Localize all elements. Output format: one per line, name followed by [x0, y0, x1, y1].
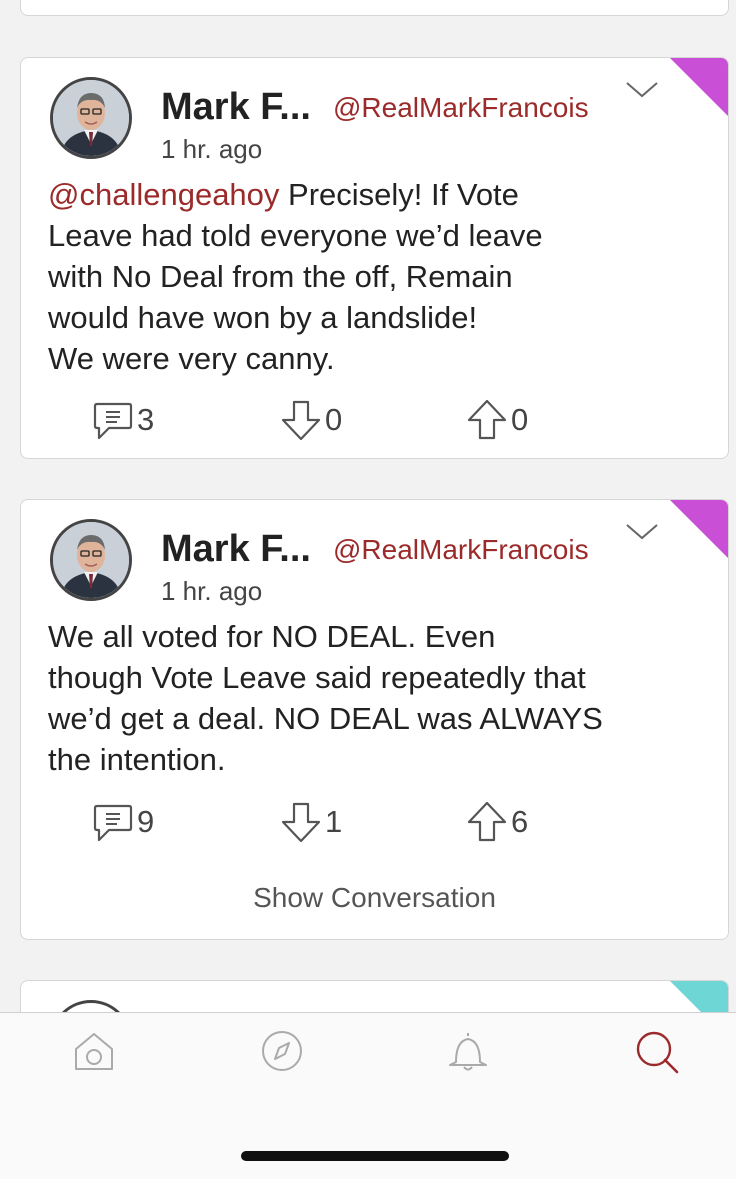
post-text-line: the intention.	[48, 742, 226, 777]
reply-count: 3	[137, 402, 155, 437]
post-text-line: with No Deal from the off, Remain	[48, 259, 513, 294]
downvote-button[interactable]: 1	[279, 800, 342, 844]
home-indicator	[241, 1151, 509, 1161]
comment-icon	[93, 804, 133, 842]
post-text: We all voted for NO DEAL. Even though Vo…	[48, 616, 718, 780]
compass-icon	[262, 1031, 302, 1071]
tab-explore[interactable]	[260, 1029, 304, 1078]
home-icon	[75, 1033, 113, 1070]
post-text-line: Precisely! If Vote	[279, 177, 519, 212]
comment-icon	[93, 402, 133, 440]
avatar[interactable]	[50, 77, 132, 159]
downvote-button[interactable]: 0	[279, 398, 342, 442]
post-text: @challengeahoy Precisely! If Vote Leave …	[48, 174, 718, 379]
upvote-count: 0	[511, 402, 529, 437]
post-text-line: though Vote Leave said repeatedly that	[48, 660, 586, 695]
reply-button[interactable]: 9	[91, 800, 154, 844]
author-name[interactable]: Mark F...	[161, 86, 311, 129]
post-card[interactable]: Mark F... @RealMarkFrancois 1 hr. ago @c…	[20, 57, 729, 459]
upvote-button[interactable]: 6	[465, 800, 528, 844]
search-icon	[636, 1031, 679, 1074]
post-text-line: we’d get a deal. NO DEAL was ALWAYS	[48, 701, 603, 736]
post-text-line: would have won by a landslide!	[48, 300, 478, 335]
arrow-down-icon	[281, 400, 321, 441]
arrow-down-icon	[281, 802, 321, 843]
author-handle[interactable]: @RealMarkFrancois	[333, 92, 589, 124]
tab-home[interactable]	[72, 1029, 116, 1078]
tab-search[interactable]	[634, 1029, 680, 1080]
avatar[interactable]	[50, 519, 132, 601]
upvote-count: 6	[511, 804, 529, 839]
author-handle[interactable]: @RealMarkFrancois	[333, 534, 589, 566]
post-text-line: Leave had told everyone we’d leave	[48, 218, 543, 253]
author-name[interactable]: Mark F...	[161, 528, 311, 571]
post-card[interactable]: Mark F... @RealMarkFrancois 1 hr. ago We…	[20, 499, 729, 940]
reply-button[interactable]: 3	[91, 398, 154, 442]
chevron-down-icon[interactable]	[625, 80, 659, 105]
show-conversation-link[interactable]: Show Conversation	[21, 882, 728, 914]
upvote-button[interactable]: 0	[465, 398, 528, 442]
post-corner-tag	[670, 500, 728, 558]
post-timestamp: 1 hr. ago	[161, 576, 263, 606]
arrow-up-icon	[467, 801, 507, 842]
post-text-line: We were very canny.	[48, 341, 335, 376]
post-timestamp: 1 hr. ago	[161, 134, 263, 164]
mention-link[interactable]: @challengeahoy	[48, 177, 279, 212]
tab-notifications[interactable]	[446, 1029, 490, 1078]
downvote-count: 1	[325, 804, 343, 839]
reply-count: 9	[137, 804, 155, 839]
chevron-down-icon[interactable]	[625, 522, 659, 547]
post-corner-tag	[670, 58, 728, 116]
bell-icon	[449, 1033, 487, 1071]
post-text-line: We all voted for NO DEAL. Even	[48, 619, 496, 654]
post-card-partial-top	[20, 0, 729, 16]
arrow-up-icon	[467, 399, 507, 440]
downvote-count: 0	[325, 402, 343, 437]
